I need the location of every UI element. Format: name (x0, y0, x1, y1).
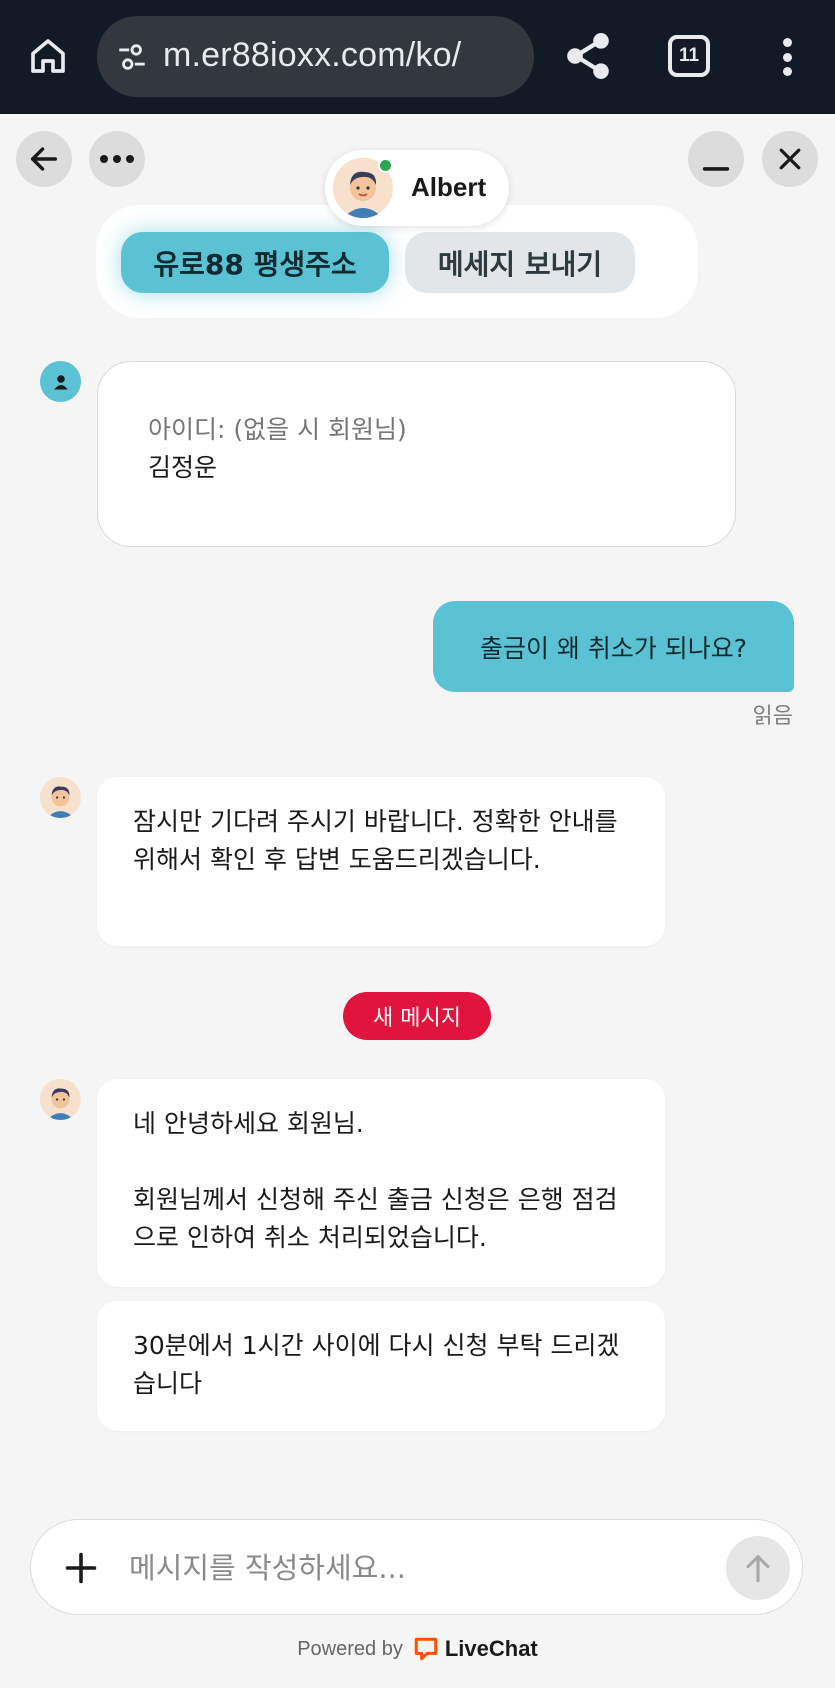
new-message-badge[interactable]: 새 메시지 (343, 992, 491, 1040)
livechat-brand: LiveChat (444, 1636, 538, 1661)
user-avatar (40, 361, 81, 402)
message-line: 회원님께서 신청해 주신 출금 신청은 은행 점검으로 인하여 취소 처리되었습… (133, 1185, 618, 1252)
attach-button[interactable] (55, 1542, 107, 1594)
incoming-message: 잠시만 기다려 주시기 바랍니다. 정확한 안내를 위해서 확인 후 답변 도움… (97, 777, 665, 946)
options-button[interactable] (89, 131, 145, 187)
prechat-form-card: 아이디: (없을 시 회원님) 김정운 (97, 361, 736, 547)
incoming-message: 네 안녕하세요 회원님. 회원님께서 신청해 주신 출금 신청은 은행 점검으로… (97, 1079, 665, 1287)
form-field-value: 김정운 (148, 453, 218, 482)
browser-toolbar: m.er88ioxx.com/ko/ 11 (0, 0, 835, 114)
url-text[interactable]: m.er88ioxx.com/ko/ (163, 36, 461, 75)
minimize-icon (702, 167, 730, 171)
more-vert-icon[interactable] (768, 32, 806, 82)
powered-by-footer[interactable]: Powered by LiveChat (0, 1636, 835, 1662)
address-bar[interactable]: m.er88ioxx.com/ko/ (97, 16, 534, 97)
message-line: 네 안녕하세요 회원님. (133, 1109, 364, 1138)
send-message-button[interactable]: 메세지 보내기 (405, 232, 635, 293)
livechat-logo-icon (414, 1637, 438, 1661)
incoming-message: 30분에서 1시간 사이에 다시 신청 부탁 드리겠습니다 (97, 1301, 665, 1431)
home-button[interactable] (22, 30, 74, 82)
agent-name: Albert (411, 172, 487, 202)
person-icon (53, 374, 68, 389)
tune-icon[interactable] (115, 40, 149, 74)
form-field-label: 아이디: (없을 시 회원님) (148, 415, 407, 444)
more-horiz-icon (100, 155, 134, 163)
share-icon (567, 33, 609, 79)
share-button[interactable] (562, 30, 614, 82)
agent-message-avatar (40, 777, 81, 818)
plus-icon (65, 1552, 97, 1584)
message-input[interactable] (129, 1544, 689, 1592)
agent-message-avatar (40, 1079, 81, 1120)
close-button[interactable] (762, 131, 818, 187)
read-receipt: 읽음 (752, 704, 793, 729)
send-button[interactable] (726, 1536, 790, 1600)
minimize-button[interactable] (688, 131, 744, 187)
tab-count: 11 (678, 45, 700, 66)
arrow-left-icon (30, 147, 58, 171)
online-status-dot (378, 158, 393, 173)
close-icon (779, 148, 801, 170)
back-button[interactable] (16, 131, 72, 187)
outgoing-message: 출금이 왜 취소가 되나요? (433, 601, 794, 692)
message-composer (30, 1519, 803, 1615)
tab-switcher-button[interactable]: 11 (668, 35, 710, 77)
permanent-address-button[interactable]: 유로88 평생주소 (121, 232, 389, 293)
powered-by-text: Powered by (297, 1637, 403, 1660)
arrow-up-icon (746, 1555, 770, 1583)
home-icon (31, 39, 65, 73)
agent-header: Albert (325, 150, 509, 226)
